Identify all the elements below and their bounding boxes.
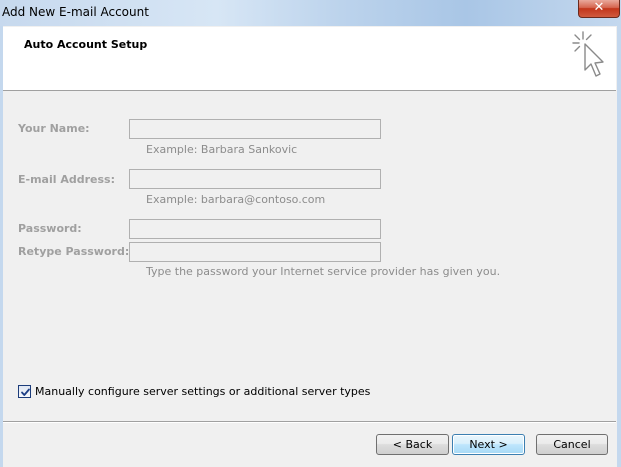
your-name-input[interactable] bbox=[129, 119, 381, 139]
page-title: Auto Account Setup bbox=[24, 38, 148, 51]
email-address-input[interactable] bbox=[129, 169, 381, 189]
cursor-sparkle-icon bbox=[571, 30, 607, 85]
wizard-header: Auto Account Setup bbox=[3, 27, 616, 91]
close-button[interactable]: ✕ bbox=[578, 0, 620, 18]
manual-config-checkbox[interactable] bbox=[18, 385, 31, 398]
your-name-hint: Example: Barbara Sankovic bbox=[146, 143, 298, 156]
checkmark-icon bbox=[21, 388, 30, 396]
footer-separator bbox=[3, 421, 616, 423]
title-bar: Add New E-mail Account ✕ bbox=[0, 0, 621, 27]
retype-password-input[interactable] bbox=[129, 242, 381, 262]
cancel-button[interactable]: Cancel bbox=[536, 434, 608, 455]
window-title: Add New E-mail Account bbox=[2, 5, 149, 19]
email-address-hint: Example: barbara@contoso.com bbox=[146, 193, 326, 206]
password-hint: Type the password your Internet service … bbox=[146, 265, 501, 278]
password-input[interactable] bbox=[129, 219, 381, 239]
email-address-label: E-mail Address: bbox=[18, 173, 115, 186]
password-label: Password: bbox=[18, 222, 82, 235]
retype-password-label: Retype Password: bbox=[18, 245, 130, 258]
manual-config-label: Manually configure server settings or ad… bbox=[35, 385, 371, 398]
back-button[interactable]: < Back bbox=[376, 434, 449, 455]
your-name-label: Your Name: bbox=[18, 122, 90, 135]
next-button[interactable]: Next > bbox=[452, 434, 525, 455]
close-icon: ✕ bbox=[593, 0, 605, 15]
